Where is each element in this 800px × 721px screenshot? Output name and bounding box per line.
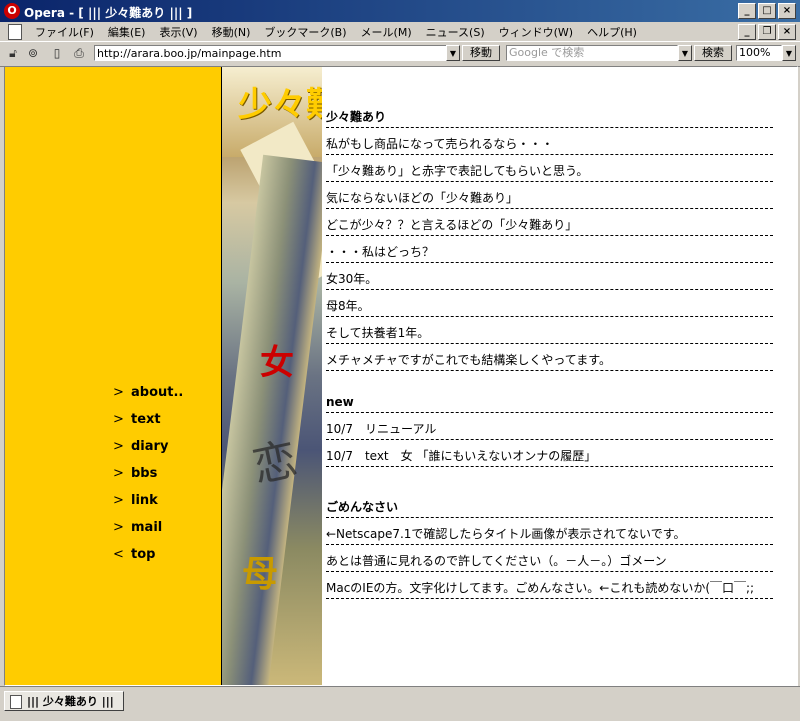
lock-icon[interactable]: 🔓︎ — [6, 46, 20, 60]
chevron-right-icon: > — [113, 385, 124, 400]
go-button[interactable]: 移動 — [462, 45, 500, 61]
apology-line: MacのIEの方。文字化けしてます。ごめんなさい。←これも読めないか(￣口￣;; — [326, 572, 773, 599]
intro-line: ・・・私はどっち？ — [326, 236, 773, 263]
menu-help[interactable]: ヘルプ(H) — [580, 24, 644, 40]
news-item: 10/7 リニューアル — [326, 413, 773, 440]
apology-line: ←Netscape7.1で確認したらタイトル画像が表示されてないです。 — [326, 518, 773, 545]
mdi-minimize-button[interactable]: _ — [738, 24, 756, 40]
intro-line: 女30年。 — [326, 263, 773, 290]
menu-navigate[interactable]: 移動(N) — [205, 24, 258, 40]
address-input[interactable]: http://arara.boo.jp/mainpage.htm — [94, 45, 460, 61]
search-engine-dropdown[interactable]: ▼ — [678, 45, 692, 61]
search-input[interactable]: Google で検索 — [506, 45, 678, 61]
page-tab[interactable]: ||| 少々難あり ||| — [4, 691, 124, 711]
print-icon[interactable]: ⎙ — [72, 46, 86, 60]
intro-line: メチャメチャですがこれでも結構楽しくやってます。 — [326, 344, 773, 371]
menu-bookmarks[interactable]: ブックマーク(B) — [257, 24, 353, 40]
mdi-restore-button[interactable]: ❐ — [758, 24, 776, 40]
menu-view[interactable]: 表示(V) — [152, 24, 204, 40]
art-kanji-onna: 女 — [260, 343, 294, 383]
apology-heading: ごめんなさい — [326, 491, 773, 518]
news-item: 10/7 text 女 「誰にもいえないオンナの履歴」 — [326, 440, 773, 467]
intro-line: そして扶養者1年。 — [326, 317, 773, 344]
nav-link-mail[interactable]: > mail — [113, 520, 183, 547]
maximize-button[interactable]: □ — [758, 3, 776, 19]
menu-bar: ファイル(F) 編集(E) 表示(V) 移動(N) ブックマーク(B) メール(… — [0, 22, 800, 41]
address-toolbar: 🔓︎ ⊚ ▯ ⎙ http://arara.boo.jp/mainpage.ht… — [0, 41, 800, 67]
nav-link-about[interactable]: > about.. — [113, 385, 183, 412]
header-artwork: 少々難 女 恋 母 — [222, 67, 322, 685]
page-tab-label: ||| 少々難あり ||| — [27, 695, 114, 708]
nav-link-diary[interactable]: > diary — [113, 439, 183, 466]
minimize-button[interactable]: _ — [738, 3, 756, 19]
menu-file[interactable]: ファイル(F) — [28, 24, 101, 40]
chevron-left-icon: < — [113, 547, 124, 562]
chevron-right-icon: > — [113, 412, 124, 427]
intro-heading: 少々難あり — [326, 101, 773, 128]
new-page-icon[interactable]: ▯ — [50, 46, 64, 60]
close-button[interactable]: × — [778, 3, 796, 19]
document-icon — [10, 695, 22, 709]
menu-news[interactable]: ニュース(S) — [419, 24, 492, 40]
intro-line: 気にならないほどの「少々難あり」 — [326, 182, 773, 209]
document-icon — [8, 23, 22, 40]
intro-line: どこが少々？？と言えるほどの「少々難あり」 — [326, 209, 773, 236]
intro-line: 「少々難あり」と赤字で表記してもらいと思う。 — [326, 155, 773, 182]
nav-link-text[interactable]: > text — [113, 412, 183, 439]
art-kanji-haha: 母 — [242, 553, 279, 595]
mdi-close-button[interactable]: × — [778, 24, 796, 40]
apology-line: あとは普通に見れるので許してください（。－人－。）ゴメーン — [326, 545, 773, 572]
zoom-field[interactable]: 100% — [736, 45, 782, 61]
page-viewport: > about.. > text > diary > bbs > link > mail <… — [4, 66, 798, 686]
opera-o-icon: O — [4, 3, 20, 19]
zoom-dropdown[interactable]: ▼ — [782, 45, 796, 61]
nav-link-bbs[interactable]: > bbs — [113, 466, 183, 493]
address-dropdown-button[interactable]: ▼ — [446, 45, 460, 61]
window-tab-bar: ||| 少々難あり ||| — [0, 686, 800, 721]
intro-line: 私がもし商品になって売られるなら・・・ — [326, 128, 773, 155]
chevron-right-icon: > — [113, 493, 124, 508]
menu-window[interactable]: ウィンドウ(W) — [492, 24, 580, 40]
main-content: 少々難あり 私がもし商品になって売られるなら・・・ 「少々難あり」と赤字で表記し… — [326, 101, 773, 599]
wand-icon[interactable]: ⊚ — [26, 46, 40, 60]
nav-link-link[interactable]: > link — [113, 493, 183, 520]
intro-line: 母8年。 — [326, 290, 773, 317]
chevron-right-icon: > — [113, 466, 124, 481]
window-title: Opera - [ ||| 少々難あり ||| ] — [24, 6, 193, 20]
search-button[interactable]: 検索 — [694, 45, 732, 61]
chevron-right-icon: > — [113, 439, 124, 454]
menu-edit[interactable]: 編集(E) — [101, 24, 153, 40]
left-nav-frame: > about.. > text > diary > bbs > link > mail <… — [5, 67, 222, 685]
menu-mail[interactable]: メール(M) — [354, 24, 419, 40]
nav-menu: > about.. > text > diary > bbs > link > mail <… — [113, 385, 183, 574]
window-titlebar[interactable]: O Opera - [ ||| 少々難あり ||| ] _ □ × — [0, 0, 800, 22]
site-logo: 少々難 — [238, 85, 322, 125]
chevron-right-icon: > — [113, 520, 124, 535]
news-heading: new — [326, 386, 773, 413]
nav-link-top[interactable]: < top — [113, 547, 183, 574]
